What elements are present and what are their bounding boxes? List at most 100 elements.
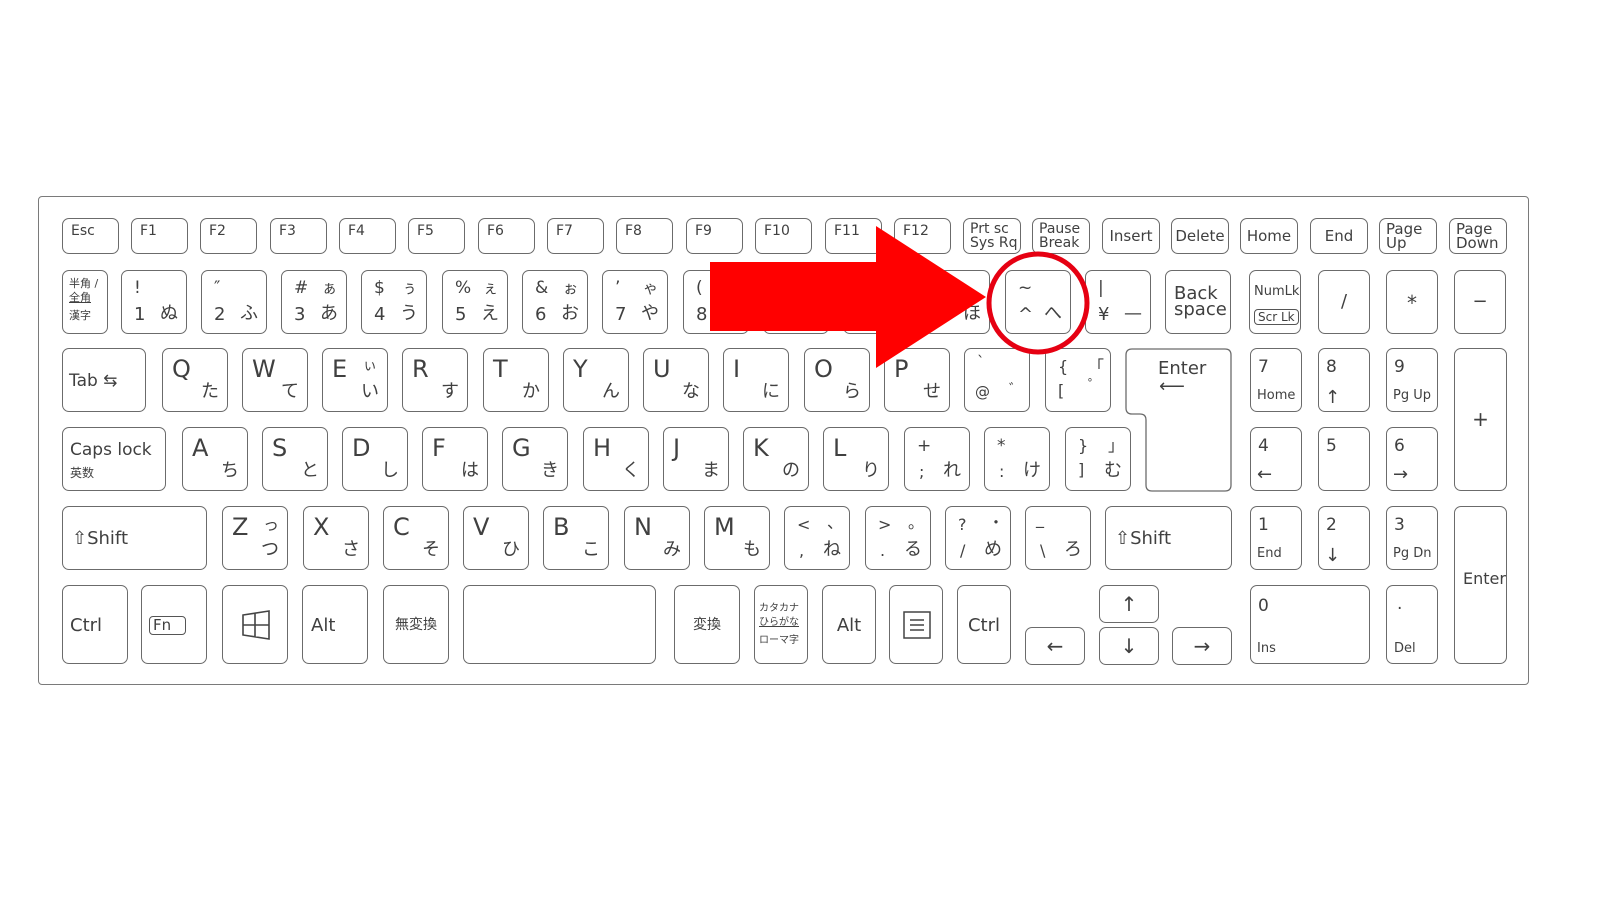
key-f6[interactable]: F6	[478, 218, 535, 254]
key-p[interactable]: Pせ	[884, 348, 950, 412]
key-3[interactable]: #3 ぁあ	[281, 270, 347, 334]
key-fn[interactable]: Fn	[141, 585, 207, 664]
key-f5[interactable]: F5	[408, 218, 465, 254]
key-x[interactable]: Xさ	[303, 506, 369, 570]
key-slash[interactable]: ? / ・め	[945, 506, 1011, 570]
key-9[interactable]: ) 9 ょよ	[763, 270, 829, 334]
key-g[interactable]: Gき	[502, 427, 568, 491]
key-num-6[interactable]: 6 →	[1386, 427, 1438, 491]
key-s[interactable]: Sと	[262, 427, 328, 491]
key-left-shift[interactable]: ⇧Shift	[62, 506, 207, 570]
key-num-2[interactable]: 2 ↓	[1318, 506, 1370, 570]
key-muhenkan[interactable]: 無変換	[383, 585, 449, 664]
key-lbracket[interactable]: {[「゜	[1045, 348, 1111, 412]
key-num-7[interactable]: 7 Home	[1250, 348, 1302, 412]
key-0[interactable]: 0をわ	[843, 270, 909, 334]
key-left-alt[interactable]: Alt	[302, 585, 368, 664]
key-1[interactable]: ! 1 ぬ	[121, 270, 187, 334]
key-num-8[interactable]: 8 ↑	[1318, 348, 1370, 412]
key-right-shift[interactable]: ⇧Shift	[1105, 506, 1232, 570]
key-num-9[interactable]: 9 Pg Up	[1386, 348, 1438, 412]
key-insert[interactable]: Insert	[1102, 218, 1160, 254]
key-2[interactable]: ″ 2 ふ	[201, 270, 267, 334]
key-l[interactable]: Lり	[823, 427, 889, 491]
key-prtsc[interactable]: Prt sc Sys Rq	[963, 218, 1021, 254]
key-f10[interactable]: F10	[755, 218, 812, 254]
key-num-enter[interactable]: Enter	[1454, 506, 1507, 664]
key-f12[interactable]: F12	[894, 218, 951, 254]
key-arrow-down[interactable]: ↓	[1099, 627, 1159, 665]
key-v[interactable]: Vひ	[463, 506, 529, 570]
key-num-dot[interactable]: . Del	[1386, 585, 1438, 664]
key-f[interactable]: Fは	[422, 427, 488, 491]
key-n[interactable]: Nみ	[624, 506, 690, 570]
key-right-alt[interactable]: Alt	[822, 585, 876, 664]
key-numlock[interactable]: NumLk Scr Lk	[1249, 270, 1301, 334]
key-q[interactable]: Qた	[162, 348, 228, 412]
key-at[interactable]: ` @ ゛	[964, 348, 1030, 412]
key-num-5[interactable]: 5	[1318, 427, 1370, 491]
key-pagedown[interactable]: Page Down	[1449, 218, 1507, 254]
key-f9[interactable]: F9	[686, 218, 743, 254]
key-left-ctrl[interactable]: Ctrl	[62, 585, 128, 664]
key-henkan[interactable]: 変換	[674, 585, 740, 664]
key-delete[interactable]: Delete	[1171, 218, 1229, 254]
key-i[interactable]: Iに	[723, 348, 789, 412]
key-f11[interactable]: F11	[825, 218, 882, 254]
key-kana[interactable]: カタカナ ひらがな ローマ字	[754, 585, 808, 664]
caret-he-key[interactable]: ~ ^ へ	[1005, 270, 1071, 334]
key-¥[interactable]: | ¥ —	[1085, 270, 1151, 334]
key-f4[interactable]: F4	[339, 218, 396, 254]
key-semicolon[interactable]: +; れ	[904, 427, 970, 491]
key-7[interactable]: ’ 7 ゃや	[602, 270, 668, 334]
key-num-minus[interactable]: −	[1454, 270, 1506, 334]
key-esc[interactable]: Esc	[62, 218, 119, 254]
key-num-3[interactable]: 3 Pg Dn	[1386, 506, 1438, 570]
key-capslock[interactable]: Caps lock 英数	[62, 427, 166, 491]
key-num-1[interactable]: 1 End	[1250, 506, 1302, 570]
key-k[interactable]: Kの	[743, 427, 809, 491]
key-d[interactable]: Dし	[342, 427, 408, 491]
key-6[interactable]: & 6 ぉお	[522, 270, 588, 334]
key-f1[interactable]: F1	[131, 218, 188, 254]
key-arrow-up[interactable]: ↑	[1099, 585, 1159, 623]
key-end[interactable]: End	[1310, 218, 1368, 254]
key-right-ctrl[interactable]: Ctrl	[957, 585, 1011, 664]
key-z[interactable]: Zっつ	[222, 506, 288, 570]
key-rbracket[interactable]: }] 」む	[1065, 427, 1131, 491]
key-c[interactable]: Cそ	[383, 506, 449, 570]
key-m[interactable]: Mも	[704, 506, 770, 570]
key-hankaku-zenkaku[interactable]: 半角 / 全角 漢字	[62, 270, 108, 334]
key-8[interactable]: (8 ゅゆ	[683, 270, 749, 334]
key-period[interactable]: >. 。る	[865, 506, 931, 570]
key-a[interactable]: Aち	[182, 427, 248, 491]
key-4[interactable]: $4 ぅう	[361, 270, 427, 334]
key-f7[interactable]: F7	[547, 218, 604, 254]
key-colon[interactable]: *: け	[984, 427, 1050, 491]
key-arrow-right[interactable]: →	[1172, 627, 1232, 665]
key-f2[interactable]: F2	[200, 218, 257, 254]
key-space[interactable]	[463, 585, 656, 664]
key-pause[interactable]: Pause Break	[1032, 218, 1090, 254]
key-tab[interactable]: Tab ⇆	[62, 348, 146, 412]
key-backslash[interactable]: _ \ ろ	[1025, 506, 1091, 570]
key-w[interactable]: Wて	[242, 348, 308, 412]
key--[interactable]: = - ほ	[924, 270, 990, 334]
key-windows[interactable]	[222, 585, 288, 664]
key-f3[interactable]: F3	[270, 218, 327, 254]
key-enter[interactable]: Enter ⟵	[1125, 348, 1232, 492]
key-num-slash[interactable]: /	[1318, 270, 1370, 334]
key-num-plus[interactable]: +	[1454, 348, 1507, 491]
key-t[interactable]: Tか	[483, 348, 549, 412]
key-y[interactable]: Yん	[563, 348, 629, 412]
key-num-0[interactable]: 0 Ins	[1250, 585, 1370, 664]
key-backspace[interactable]: Back space	[1165, 270, 1231, 334]
key-comma[interactable]: <, 、ね	[784, 506, 850, 570]
key-num-star[interactable]: *	[1386, 270, 1438, 334]
key-5[interactable]: % 5 ぇえ	[442, 270, 508, 334]
key-u[interactable]: Uな	[643, 348, 709, 412]
key-home[interactable]: Home	[1240, 218, 1298, 254]
key-f8[interactable]: F8	[616, 218, 673, 254]
key-r[interactable]: Rす	[402, 348, 468, 412]
key-menu[interactable]	[889, 585, 943, 664]
